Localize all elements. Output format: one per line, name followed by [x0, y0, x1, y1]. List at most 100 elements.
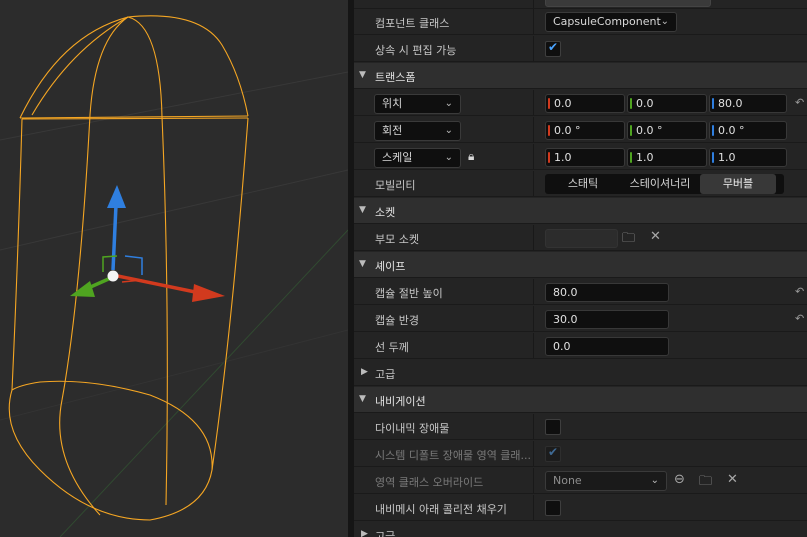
component-class-row: 컴포넌트 클래스 CapsuleComponent ⌄	[354, 9, 807, 35]
scale-y-value: 1.0	[636, 151, 654, 164]
line-thickness-value: 0.0	[553, 340, 571, 353]
transform-gizmo	[70, 185, 225, 302]
collapse-arrow-icon: ▼	[359, 205, 366, 215]
shape-section-header[interactable]: ▼ 셰이프	[354, 252, 807, 278]
dynamic-obstacle-checkbox[interactable]	[545, 419, 561, 435]
location-z-value: 80.0	[718, 97, 743, 110]
checkmark-icon: ✔	[548, 40, 559, 54]
half-height-row: 캡슐 절반 높이 80.0 ↶	[354, 279, 807, 305]
reset-to-default-icon[interactable]: ↶	[795, 96, 804, 109]
z-axis-marker	[712, 125, 714, 136]
viewport-scene	[0, 15, 348, 537]
rotation-row: 회전 ⌄ 0.0 ° 0.0 ° 0.0 °	[354, 117, 807, 143]
editable-inherit-checkbox[interactable]: ✔	[545, 40, 561, 57]
location-x-field[interactable]: 0.0	[545, 94, 625, 113]
rotation-mode-dropdown[interactable]: 회전 ⌄	[374, 121, 461, 141]
fill-collision-row: 내비메시 아래 콜리전 채우기	[354, 495, 807, 521]
browse-socket-icon[interactable]: 🗀︎	[622, 229, 635, 251]
scale-row: 스케일 ⌄ 🔒︎ 1.0 1.0 1.0	[354, 144, 807, 170]
navigation-section-title: 내비게이션	[375, 395, 426, 408]
location-z-field[interactable]: 80.0	[709, 94, 787, 113]
radius-field[interactable]: 30.0	[545, 310, 669, 329]
collapse-arrow-icon: ▼	[359, 394, 366, 404]
mobility-label: 모빌리티	[375, 179, 416, 192]
chevron-down-icon: ⌄	[660, 16, 669, 27]
radius-value: 30.0	[553, 313, 578, 326]
scale-label: 스케일	[382, 151, 413, 164]
mobility-static-option[interactable]: 스태틱	[545, 174, 621, 194]
component-class-dropdown[interactable]: CapsuleComponent ⌄	[545, 12, 677, 32]
location-label: 위치	[382, 97, 403, 110]
dynamic-obstacle-row: 다이내믹 장애물	[354, 414, 807, 440]
expand-arrow-icon: ▶	[361, 529, 368, 537]
advanced2-title: 고급	[375, 530, 396, 537]
location-y-value: 0.0	[636, 97, 654, 110]
capsule-wireframe	[8, 15, 249, 521]
grid-line	[0, 71, 348, 141]
y-axis-marker	[630, 125, 632, 136]
parent-socket-row: 부모 소켓 🗀︎ ✕	[354, 225, 807, 251]
clear-icon[interactable]: ✕	[727, 472, 738, 487]
sockets-section-title: 소켓	[375, 206, 396, 219]
expand-arrow-icon: ▶	[361, 367, 368, 377]
parent-socket-field[interactable]	[545, 229, 618, 248]
location-row: 위치 ⌄ 0.0 0.0 80.0 ↶	[354, 90, 807, 116]
area-class-override-label: 영역 클래스 오버라이드	[375, 476, 484, 489]
line-thickness-field[interactable]: 0.0	[545, 337, 669, 356]
transform-section-title: 트랜스폼	[375, 71, 416, 84]
rotation-label: 회전	[382, 124, 403, 137]
mobility-row: 모빌리티 스태틱 스테이셔너리 무버블	[354, 171, 807, 197]
system-default-area-checkbox[interactable]: ✔	[545, 445, 561, 462]
scale-x-value: 1.0	[554, 151, 572, 164]
half-height-field[interactable]: 80.0	[545, 283, 669, 302]
component-class-label: 컴포넌트 클래스	[375, 17, 450, 30]
rotation-x-field[interactable]: 0.0 °	[545, 121, 625, 140]
scale-y-field[interactable]: 1.0	[627, 148, 707, 167]
half-height-label: 캡슐 절반 높이	[375, 287, 443, 300]
fill-collision-label: 내비메시 아래 콜리전 채우기	[375, 503, 507, 516]
area-class-dropdown[interactable]: None ⌄	[545, 471, 667, 491]
mobility-segmented-control: 스태틱 스테이셔너리 무버블	[545, 174, 784, 194]
chevron-down-icon: ⌄	[444, 125, 453, 136]
rotation-y-field[interactable]: 0.0 °	[627, 121, 707, 140]
use-selected-icon[interactable]: ⊖	[674, 472, 685, 487]
system-default-area-row: 시스템 디폴트 장애물 영역 클래... ✔	[354, 441, 807, 467]
partial-dropdown[interactable]	[545, 0, 711, 7]
advanced-title: 고급	[375, 368, 396, 381]
navigation-section-header[interactable]: ▼ 내비게이션	[354, 387, 807, 413]
editable-inherit-label: 상속 시 편집 가능	[375, 44, 457, 57]
partial-row	[354, 0, 807, 9]
radius-row: 캡슐 반경 30.0 ↶	[354, 306, 807, 332]
z-axis-marker	[712, 152, 714, 163]
shape-section-title: 셰이프	[375, 260, 406, 273]
reset-to-default-icon[interactable]: ↶	[795, 312, 804, 325]
scale-z-field[interactable]: 1.0	[709, 148, 787, 167]
clear-icon[interactable]: ✕	[650, 229, 661, 244]
advanced-subsection-header[interactable]: ▶ 고급	[354, 360, 807, 386]
editable-inherit-row: 상속 시 편집 가능 ✔	[354, 36, 807, 62]
location-mode-dropdown[interactable]: 위치 ⌄	[374, 94, 461, 114]
collapse-arrow-icon: ▼	[359, 259, 366, 269]
lock-icon[interactable]: 🔒︎	[468, 149, 474, 164]
browse-asset-icon[interactable]: 🗀︎	[699, 472, 712, 494]
mobility-stationary-option[interactable]: 스테이셔너리	[621, 174, 699, 194]
x-axis-marker	[548, 125, 550, 136]
location-y-field[interactable]: 0.0	[627, 94, 707, 113]
chevron-down-icon: ⌄	[444, 152, 453, 163]
scale-x-field[interactable]: 1.0	[545, 148, 625, 167]
scale-mode-dropdown[interactable]: 스케일 ⌄	[374, 148, 461, 168]
scale-z-value: 1.0	[718, 151, 736, 164]
location-x-value: 0.0	[554, 97, 572, 110]
fill-collision-checkbox[interactable]	[545, 500, 561, 516]
reset-to-default-icon[interactable]: ↶	[795, 285, 804, 298]
sockets-section-header[interactable]: ▼ 소켓	[354, 198, 807, 224]
rotation-z-field[interactable]: 0.0 °	[709, 121, 787, 140]
advanced2-subsection-header[interactable]: ▶ 고급	[354, 522, 807, 537]
level-viewport[interactable]	[0, 0, 348, 537]
transform-section-header[interactable]: ▼ 트랜스폼	[354, 63, 807, 89]
y-axis-marker	[630, 152, 632, 163]
y-axis-marker	[630, 98, 632, 109]
area-class-override-row: 영역 클래스 오버라이드 None ⌄ ⊖ 🗀︎ ✕	[354, 468, 807, 494]
collapse-arrow-icon: ▼	[359, 70, 366, 80]
mobility-movable-option[interactable]: 무버블	[700, 174, 776, 194]
